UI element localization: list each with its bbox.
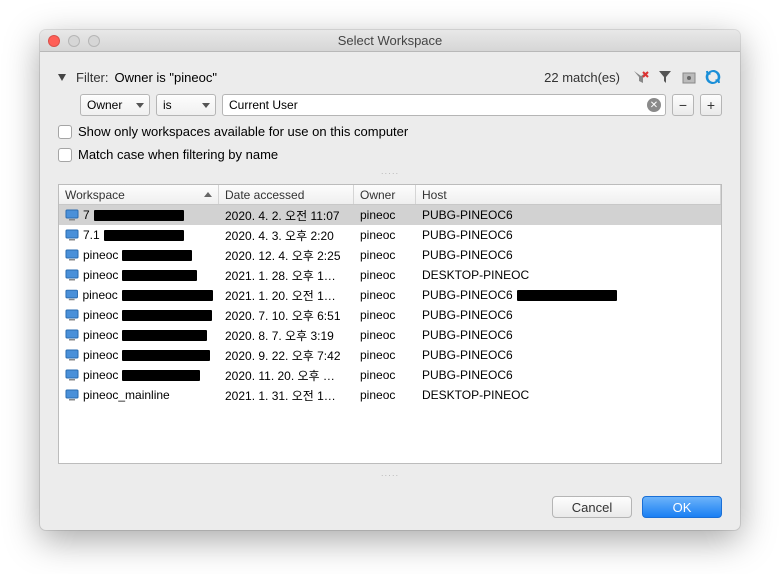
cell-date: 2020. 4. 2. 오전 11:07	[219, 207, 354, 224]
column-host[interactable]: Host	[416, 185, 721, 204]
filter-field-select[interactable]: Owner	[80, 94, 150, 116]
table-body[interactable]: 72020. 4. 2. 오전 11:07pineocPUBG-PINEOC67…	[59, 205, 721, 463]
filter-value-text: Current User	[229, 98, 298, 112]
cell-date: 2020. 4. 3. 오후 2:20	[219, 227, 354, 244]
filter-description: Owner is "pineoc"	[115, 70, 217, 85]
column-date[interactable]: Date accessed	[219, 185, 354, 204]
match-case-label: Match case when filtering by name	[78, 147, 278, 162]
cell-workspace: pineoc	[59, 248, 219, 262]
cell-date: 2020. 12. 4. 오후 2:25	[219, 247, 354, 264]
cell-workspace: 7	[59, 208, 219, 222]
cell-workspace: pineoc_mainline	[59, 388, 219, 402]
cell-workspace: pineoc	[59, 328, 219, 342]
table-row[interactable]: 72020. 4. 2. 오전 11:07pineocPUBG-PINEOC6	[59, 205, 721, 225]
cell-owner: pineoc	[354, 268, 416, 282]
window-title: Select Workspace	[40, 33, 740, 48]
cell-workspace: pineoc	[59, 308, 219, 322]
splitter-grip[interactable]: ·····	[58, 170, 722, 176]
cell-date: 2020. 9. 22. 오후 7:42	[219, 347, 354, 364]
table-row[interactable]: pineoc2021. 1. 28. 오후 1…pineocDESKTOP-PI…	[59, 265, 721, 285]
add-criterion-button[interactable]: +	[700, 94, 722, 116]
refresh-icon[interactable]	[704, 68, 722, 86]
table-row[interactable]: pineoc2020. 8. 7. 오후 3:19pineocPUBG-PINE…	[59, 325, 721, 345]
cell-host: PUBG-PINEOC6	[416, 308, 721, 322]
cell-owner: pineoc	[354, 248, 416, 262]
remove-criterion-button[interactable]: −	[672, 94, 694, 116]
dialog-content: Filter: Owner is "pineoc" 22 match(es) O…	[40, 52, 740, 530]
filter-disclosure-triangle[interactable]	[58, 74, 66, 81]
clear-filter-icon[interactable]	[632, 68, 650, 86]
cell-workspace: pineoc	[59, 348, 219, 362]
cell-host: PUBG-PINEOC6	[416, 348, 721, 362]
cell-host: PUBG-PINEOC6	[416, 208, 721, 222]
cell-owner: pineoc	[354, 228, 416, 242]
splitter-grip-bottom[interactable]: ·····	[58, 472, 722, 478]
select-workspace-window: Select Workspace Filter: Owner is "pineo…	[40, 30, 740, 530]
table-row[interactable]: 7.12020. 4. 3. 오후 2:20pineocPUBG-PINEOC6	[59, 225, 721, 245]
cell-date: 2021. 1. 31. 오전 1…	[219, 387, 354, 404]
cell-workspace: pineoc	[59, 288, 219, 302]
filter-operator-value: is	[163, 98, 172, 112]
table-row[interactable]: pineoc2020. 11. 20. 오후 …pineocPUBG-PINEO…	[59, 365, 721, 385]
cell-host: PUBG-PINEOC6	[416, 228, 721, 242]
show-available-label: Show only workspaces available for use o…	[78, 124, 408, 139]
cell-owner: pineoc	[354, 288, 416, 302]
cell-host: PUBG-PINEOC6	[416, 368, 721, 382]
cell-host: DESKTOP-PINEOC	[416, 388, 721, 402]
table-row[interactable]: pineoc2021. 1. 20. 오전 1…pineocPUBG-PINEO…	[59, 285, 721, 305]
cell-date: 2021. 1. 28. 오후 1…	[219, 267, 354, 284]
cancel-button[interactable]: Cancel	[552, 496, 632, 518]
ok-button[interactable]: OK	[642, 496, 722, 518]
table-row[interactable]: pineoc2020. 12. 4. 오후 2:25pineocPUBG-PIN…	[59, 245, 721, 265]
cell-workspace: pineoc	[59, 268, 219, 282]
column-workspace[interactable]: Workspace	[59, 185, 219, 204]
cell-owner: pineoc	[354, 208, 416, 222]
cell-owner: pineoc	[354, 388, 416, 402]
titlebar[interactable]: Select Workspace	[40, 30, 740, 52]
column-owner[interactable]: Owner	[354, 185, 416, 204]
cell-date: 2020. 8. 7. 오후 3:19	[219, 327, 354, 344]
cell-host: PUBG-PINEOC6	[416, 248, 721, 262]
clear-input-icon[interactable]: ✕	[647, 98, 661, 112]
cell-owner: pineoc	[354, 368, 416, 382]
match-case-row: Match case when filtering by name	[58, 147, 722, 162]
table-row[interactable]: pineoc2020. 9. 22. 오후 7:42pineocPUBG-PIN…	[59, 345, 721, 365]
filter-criteria-row: Owner is Current User ✕ − +	[58, 94, 722, 116]
match-count: 22 match(es)	[544, 70, 620, 85]
table-row[interactable]: pineoc2020. 7. 10. 오후 6:51pineocPUBG-PIN…	[59, 305, 721, 325]
filter-value-input[interactable]: Current User ✕	[222, 94, 666, 116]
show-available-checkbox[interactable]	[58, 125, 72, 139]
show-available-row: Show only workspaces available for use o…	[58, 124, 722, 139]
dialog-footer: Cancel OK	[58, 486, 722, 518]
table-header: Workspace Date accessed Owner Host	[59, 185, 721, 205]
settings-icon[interactable]	[680, 68, 698, 86]
match-case-checkbox[interactable]	[58, 148, 72, 162]
cell-workspace: pineoc	[59, 368, 219, 382]
cell-date: 2021. 1. 20. 오전 1…	[219, 287, 354, 304]
cell-date: 2020. 7. 10. 오후 6:51	[219, 307, 354, 324]
cell-date: 2020. 11. 20. 오후 …	[219, 367, 354, 384]
cell-workspace: 7.1	[59, 228, 219, 242]
cell-owner: pineoc	[354, 348, 416, 362]
filter-field-value: Owner	[87, 98, 122, 112]
filter-summary-row: Filter: Owner is "pineoc" 22 match(es)	[58, 68, 722, 86]
filter-operator-select[interactable]: is	[156, 94, 216, 116]
cell-host: PUBG-PINEOC6	[416, 288, 721, 302]
cell-host: DESKTOP-PINEOC	[416, 268, 721, 282]
cell-host: PUBG-PINEOC6	[416, 328, 721, 342]
cell-owner: pineoc	[354, 328, 416, 342]
table-row[interactable]: pineoc_mainline2021. 1. 31. 오전 1…pineocD…	[59, 385, 721, 405]
workspace-table: Workspace Date accessed Owner Host 72020…	[58, 184, 722, 464]
filter-icon[interactable]	[656, 68, 674, 86]
cell-owner: pineoc	[354, 308, 416, 322]
filter-label: Filter:	[76, 70, 109, 85]
